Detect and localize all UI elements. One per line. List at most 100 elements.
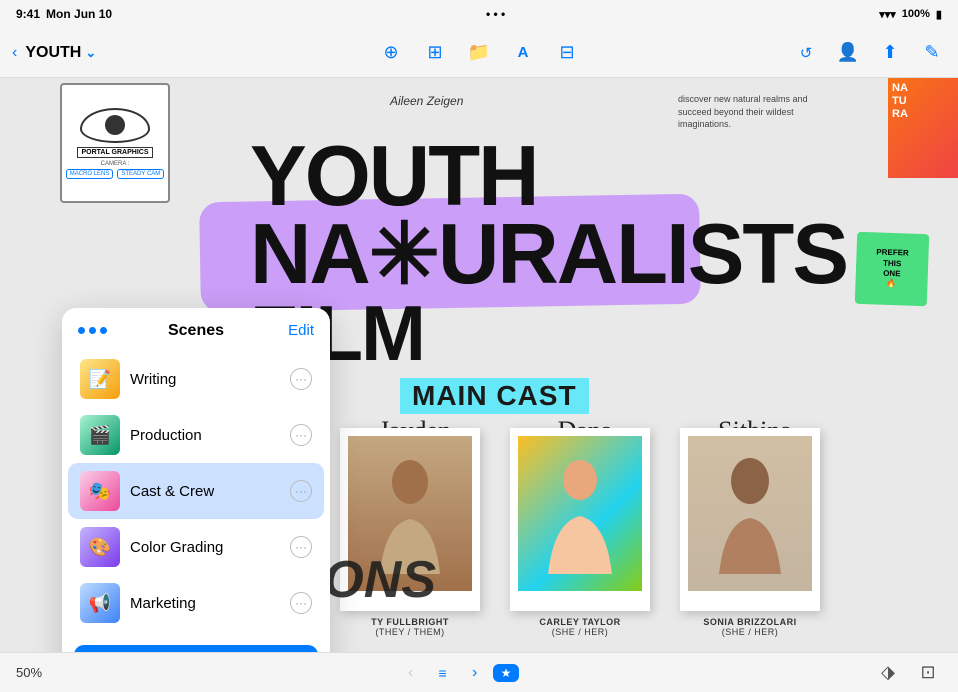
panel-label-production: Production xyxy=(130,427,280,444)
camera-tags: MACRO LENS STEADY CAM xyxy=(66,169,165,179)
canvas-area: PORTAL GRAPHICS CAMERA : MACRO LENS STEA… xyxy=(0,78,958,652)
cast-image-2 xyxy=(518,436,642,591)
panel-label-cast: Cast & Crew xyxy=(130,483,280,500)
panel-label-writing: Writing xyxy=(130,371,280,388)
panel-item-production[interactable]: 🎬 Production ··· xyxy=(68,407,324,463)
panel-more-production[interactable]: ··· xyxy=(290,424,312,446)
toolbar-right: ↺ 👤 ⬆ ✎ xyxy=(792,39,946,67)
panel-more-color[interactable]: ··· xyxy=(290,536,312,558)
edit-pencil-icon[interactable]: ✎ xyxy=(918,39,946,67)
nav-prev-button[interactable]: ‹ xyxy=(397,659,425,687)
steady-cam-tag: STEADY CAM xyxy=(117,169,164,179)
person-icon[interactable]: 👤 xyxy=(834,39,862,67)
main-cast-label: MAIN CAST xyxy=(400,378,589,414)
panel-more-marketing[interactable]: ··· xyxy=(290,592,312,614)
thumb-img-cast: 🎭 xyxy=(80,471,120,511)
nav-next-button[interactable]: › xyxy=(461,659,489,687)
back-chevron: ‹ xyxy=(12,44,17,62)
status-bar: 9:41 Mon Jun 10 • • • ▾▾▾ 100% ▮ xyxy=(0,0,958,28)
panel-dot-3 xyxy=(100,327,107,334)
panel-more-writing[interactable]: ··· xyxy=(290,368,312,390)
doc-title-text: YOUTH xyxy=(25,44,81,62)
name-tag: Aileen Zeigen xyxy=(390,93,463,108)
camera-label: CAMERA : xyxy=(101,161,130,167)
sticky-note: PREFERTHISONE🔥 xyxy=(855,232,929,306)
sketch-card: PORTAL GRAPHICS CAMERA : MACRO LENS STEA… xyxy=(60,83,170,203)
battery-label: 100% xyxy=(902,8,930,20)
back-button[interactable]: ‹ xyxy=(12,44,17,62)
partial-right-element: NATURA xyxy=(888,78,958,178)
cast-photo-3: SONIA BRIZZOLARI(SHE / HER) xyxy=(680,428,820,637)
panel-label-color: Color Grading xyxy=(130,539,280,556)
panel-edit-button[interactable]: Edit xyxy=(288,322,314,339)
polaroid-2 xyxy=(510,428,650,611)
name-tag-text: Aileen Zeigen xyxy=(390,94,463,108)
status-time: 9:41 xyxy=(16,7,40,21)
panel-dots[interactable] xyxy=(78,327,107,334)
person-silhouette-2 xyxy=(540,454,620,574)
title-film: FILM xyxy=(250,298,847,370)
panel-item-writing[interactable]: 📝 Writing ··· xyxy=(68,351,324,407)
cast-name-2: CARLEY TAYLOR(SHE / HER) xyxy=(539,617,620,637)
thumb-img-color: 🎨 xyxy=(80,527,120,567)
macro-lens-tag: MACRO LENS xyxy=(66,169,114,179)
grid-icon[interactable]: ⊞ xyxy=(421,39,449,67)
panel-item-cast[interactable]: 🎭 Cast & Crew ··· xyxy=(68,463,324,519)
bottom-right-controls: ⬗ ⊡ xyxy=(874,659,942,687)
add-scene-button[interactable]: Add Scene xyxy=(74,645,318,652)
battery-icon: ▮ xyxy=(936,8,942,21)
doc-title[interactable]: YOUTH ⌄ xyxy=(25,44,96,62)
description-text: discover new natural realms and succeed … xyxy=(678,93,838,131)
eye-drawing xyxy=(80,108,150,143)
panel-label-marketing: Marketing xyxy=(130,595,280,612)
title-naturalists: NA✳URALISTS xyxy=(250,216,847,294)
cast-name-3: SONIA BRIZZOLARI(SHE / HER) xyxy=(703,617,796,637)
cast-name-1: TY FULLBRIGHT(THEY / THEM) xyxy=(371,617,449,637)
panel-item-marketing[interactable]: 📢 Marketing ··· xyxy=(68,575,324,631)
hierarchy-icon[interactable]: ⬗ xyxy=(874,659,902,687)
share-icon[interactable]: ⬆ xyxy=(876,39,904,67)
folder-icon[interactable]: 📁 xyxy=(465,39,493,67)
status-bar-right: ▾▾▾ 100% ▮ xyxy=(879,8,942,21)
zoom-control: 50% xyxy=(16,665,42,680)
panel-thumb-cast: 🎭 xyxy=(80,471,120,511)
view-icon[interactable]: ⊡ xyxy=(914,659,942,687)
text-icon[interactable]: A xyxy=(509,39,537,67)
cast-image-3 xyxy=(688,436,812,591)
undo-icon[interactable]: ↺ xyxy=(792,39,820,67)
person-silhouette-3 xyxy=(710,454,790,574)
toolbar-center: ⊕ ⊞ 📁 A ⊟ xyxy=(377,39,581,67)
status-dots: • • • xyxy=(486,7,505,21)
thumb-img-marketing: 📢 xyxy=(80,583,120,623)
polaroid-3 xyxy=(680,428,820,611)
partial-text: NATURA xyxy=(892,82,954,122)
scenes-panel: Scenes Edit 📝 Writing ··· 🎬 Production ·… xyxy=(62,308,330,652)
panel-thumb-marketing: 📢 xyxy=(80,583,120,623)
panel-header: Scenes Edit xyxy=(62,308,330,347)
zoom-level[interactable]: 50% xyxy=(16,665,42,680)
panel-more-cast[interactable]: ··· xyxy=(290,480,312,502)
panel-title: Scenes xyxy=(168,322,224,340)
panel-dot-1 xyxy=(78,327,85,334)
bottom-bar: 50% ‹ ≡ › ★ ⬗ ⊡ xyxy=(0,652,958,692)
list-icon[interactable]: ≡ xyxy=(429,659,457,687)
portal-graphics-label: PORTAL GRAPHICS xyxy=(77,147,152,158)
pencil-circle-icon[interactable]: ⊕ xyxy=(377,39,405,67)
pupil xyxy=(105,115,125,135)
thumb-img-writing: 📝 xyxy=(80,359,120,399)
photo-icon[interactable]: ⊟ xyxy=(553,39,581,67)
nav-controls: ‹ ≡ › ★ xyxy=(397,659,520,687)
thumb-img-production: 🎬 xyxy=(80,415,120,455)
cast-photo-2: CARLEY TAYLOR(SHE / HER) xyxy=(510,428,650,637)
status-bar-left: 9:41 Mon Jun 10 xyxy=(16,7,112,21)
star-badge[interactable]: ★ xyxy=(493,664,520,682)
panel-thumb-production: 🎬 xyxy=(80,415,120,455)
panel-item-color[interactable]: 🎨 Color Grading ··· xyxy=(68,519,324,575)
toolbar: ‹ YOUTH ⌄ ⊕ ⊞ 📁 A ⊟ ↺ 👤 ⬆ ✎ xyxy=(0,28,958,78)
panel-thumb-color: 🎨 xyxy=(80,527,120,567)
panel-dot-2 xyxy=(89,327,96,334)
main-cast-area: MAIN CAST Jayden Dana Sithina TY FULL xyxy=(340,378,958,652)
desc-text-content: discover new natural realms and succeed … xyxy=(678,94,808,129)
status-bar-center: • • • xyxy=(486,7,505,21)
title-youth: YOUTH xyxy=(250,138,847,216)
